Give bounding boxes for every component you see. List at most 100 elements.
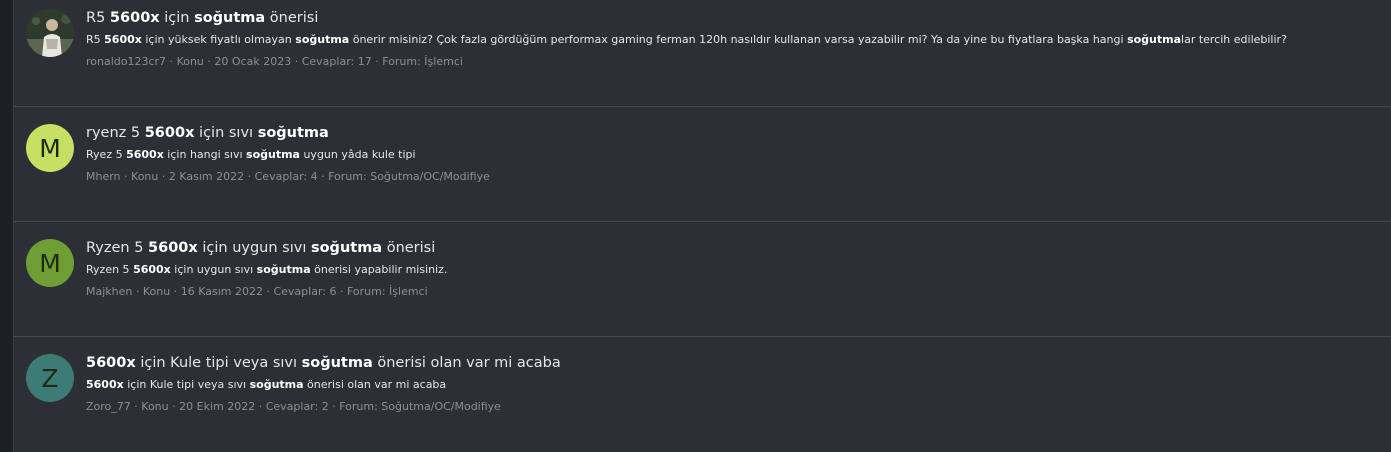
snippet-text: önerisi yapabilir misiniz. — [310, 263, 448, 276]
snippet-text: için hangi sıvı — [163, 148, 247, 161]
snippet-text: önerir misiniz? Çok fazla gördüğüm perfo… — [349, 33, 1128, 46]
snippet-text: için Kule tipi veya sıvı — [123, 378, 250, 391]
title-highlight: soğutma — [310, 240, 383, 256]
result-forum-link[interactable]: Forum: İşlemci — [347, 285, 428, 298]
result-author-link[interactable]: Majkhen — [86, 285, 132, 298]
meta-separator: · — [168, 400, 180, 413]
snippet-highlight: 5600x — [86, 378, 124, 391]
title-text: önerisi — [265, 10, 319, 26]
snippet-text: için yüksek fiyatlı olmayan — [141, 33, 296, 46]
snippet-text: önerisi olan var mi acaba — [303, 378, 447, 391]
title-text: için uygun sıvı — [197, 240, 311, 256]
result-forum-link[interactable]: Forum: İşlemci — [382, 55, 463, 68]
result-meta: Mhern · Konu · 2 Kasım 2022 · Cevaplar: … — [86, 169, 1372, 185]
title-highlight: 5600x — [86, 355, 136, 371]
title-highlight: soğutma — [257, 125, 329, 141]
result-type: Konu — [176, 55, 204, 68]
result-forum-link[interactable]: Forum: Soğutma/OC/Modifiye — [328, 170, 490, 183]
avatar-letter: M — [39, 248, 61, 278]
meta-separator: · — [317, 170, 329, 183]
meta-separator: · — [203, 55, 215, 68]
result-date: 16 Kasım 2022 — [180, 285, 263, 298]
meta-separator: · — [170, 285, 181, 298]
snippet-text: Ryez 5 — [86, 148, 127, 161]
snippet-text: için uygun sıvı — [170, 263, 257, 276]
result-content: R5 5600x için soğutma önerisi R5 5600x i… — [86, 8, 1372, 70]
result-date: 20 Ocak 2023 — [214, 55, 292, 68]
result-type: Konu — [142, 285, 171, 298]
result-author-link[interactable]: Zoro_77 — [86, 400, 131, 413]
meta-separator: · — [244, 170, 255, 183]
search-result: M ryenz 5 5600x için sıvı soğutma Ryez 5… — [14, 107, 1391, 222]
snippet-highlight: soğutma — [1127, 33, 1182, 46]
result-replies: Cevaplar: 2 — [265, 400, 329, 413]
user-photo-icon — [26, 9, 74, 57]
title-highlight: 5600x — [144, 125, 195, 141]
snippet-highlight: 5600x — [104, 33, 142, 46]
snippet-text: Ryzen 5 — [86, 263, 134, 276]
result-date: 20 Ekim 2022 — [179, 400, 256, 413]
search-result: M Ryzen 5 5600x için uygun sıvı soğutma … — [14, 222, 1391, 337]
title-text: için Kule tipi veya sıvı — [135, 355, 302, 371]
result-content: ryenz 5 5600x için sıvı soğutma Ryez 5 5… — [86, 123, 1372, 185]
result-title[interactable]: Ryzen 5 5600x için uygun sıvı soğutma ön… — [86, 238, 1372, 258]
meta-separator: · — [328, 400, 340, 413]
title-highlight: soğutma — [194, 10, 266, 26]
result-title[interactable]: ryenz 5 5600x için sıvı soğutma — [86, 123, 1372, 143]
snippet-text: uygun yâda kule tipi — [299, 148, 416, 161]
snippet-highlight: 5600x — [126, 148, 164, 161]
snippet-highlight: soğutma — [249, 378, 304, 391]
result-date: 2 Kasım 2022 — [168, 170, 245, 183]
snippet-text: lar tercih edilebilir? — [1181, 33, 1287, 46]
result-meta: ronaldo123cr7 · Konu · 20 Ocak 2023 · Ce… — [86, 54, 1372, 70]
avatar[interactable]: M — [26, 239, 74, 287]
meta-separator: · — [291, 55, 302, 68]
result-snippet: Ryez 5 5600x için hangi sıvı soğutma uyg… — [86, 147, 1372, 163]
title-text: için — [159, 10, 195, 26]
snippet-highlight: 5600x — [133, 263, 171, 276]
title-text: Ryzen 5 — [86, 240, 149, 256]
meta-separator: · — [166, 55, 177, 68]
result-meta: Majkhen · Konu · 16 Kasım 2022 · Cevapla… — [86, 284, 1372, 300]
result-type: Konu — [131, 170, 159, 183]
snippet-highlight: soğutma — [256, 263, 311, 276]
title-text: önerisi olan var mi acaba — [372, 355, 561, 371]
result-author-link[interactable]: ronaldo123cr7 — [86, 55, 166, 68]
meta-separator: · — [262, 285, 274, 298]
avatar[interactable]: M — [26, 124, 74, 172]
result-replies: Cevaplar: 17 — [301, 55, 372, 68]
meta-separator: · — [132, 285, 143, 298]
result-title[interactable]: R5 5600x için soğutma önerisi — [86, 8, 1372, 28]
title-highlight: 5600x — [109, 10, 160, 26]
result-snippet: Ryzen 5 5600x için uygun sıvı soğutma ön… — [86, 262, 1372, 278]
result-forum-link[interactable]: Forum: Soğutma/OC/Modifiye — [339, 400, 501, 413]
title-text: önerisi — [382, 240, 436, 256]
result-type: Konu — [141, 400, 169, 413]
result-replies: Cevaplar: 6 — [273, 285, 337, 298]
title-text: için sıvı — [194, 125, 258, 141]
title-highlight: 5600x — [148, 240, 198, 256]
result-content: Ryzen 5 5600x için uygun sıvı soğutma ön… — [86, 238, 1372, 300]
search-result: Z 5600x için Kule tipi veya sıvı soğutma… — [14, 337, 1391, 452]
result-snippet: 5600x için Kule tipi veya sıvı soğutma ö… — [86, 377, 1372, 393]
search-results-list: R5 5600x için soğutma önerisi R5 5600x i… — [13, 0, 1391, 452]
avatar[interactable]: Z — [26, 354, 74, 402]
meta-separator: · — [120, 170, 132, 183]
avatar-letter: Z — [41, 363, 59, 393]
meta-separator: · — [371, 55, 383, 68]
meta-separator: · — [336, 285, 347, 298]
result-author-link[interactable]: Mhern — [86, 170, 121, 183]
title-text: ryenz 5 — [86, 125, 145, 141]
title-highlight: soğutma — [301, 355, 373, 371]
snippet-text: R5 — [86, 33, 105, 46]
avatar[interactable] — [26, 9, 74, 57]
avatar-letter: M — [39, 133, 61, 163]
search-results-page: R5 5600x için soğutma önerisi R5 5600x i… — [0, 0, 1391, 452]
result-title[interactable]: 5600x için Kule tipi veya sıvı soğutma ö… — [86, 353, 1372, 373]
result-replies: Cevaplar: 4 — [254, 170, 318, 183]
meta-separator: · — [158, 170, 169, 183]
meta-separator: · — [255, 400, 266, 413]
result-meta: Zoro_77 · Konu · 20 Ekim 2022 · Cevaplar… — [86, 399, 1372, 415]
meta-separator: · — [130, 400, 142, 413]
snippet-highlight: soğutma — [246, 148, 300, 161]
